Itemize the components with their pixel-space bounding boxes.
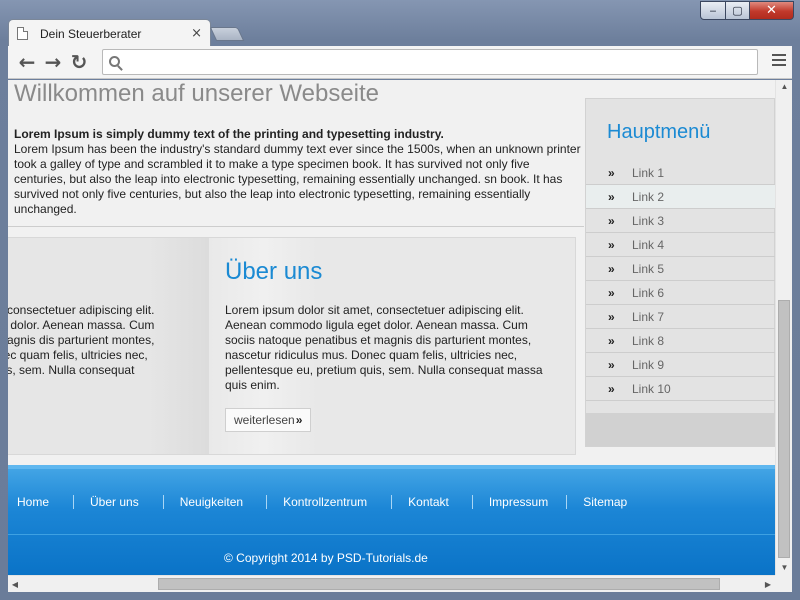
double-chevron-right-icon: » (608, 261, 615, 276)
double-chevron-right-icon: » (608, 357, 615, 372)
scroll-right-arrow-icon[interactable]: ▶ (761, 576, 775, 593)
sidebar-item-label: Link 4 (632, 237, 665, 252)
page-title: Willkommen auf unserer Webseite (14, 80, 380, 107)
copyright-text: © Copyright 2014 by PSD-Tutorials.de (224, 551, 428, 565)
about-text: Lorem ipsum dolor sit amet, consectetuer… (225, 303, 543, 392)
intro-text: Lorem Ipsum is simply dummy text of the … (14, 127, 584, 217)
search-icon (109, 55, 120, 67)
sidebar-item-label: Link 6 (632, 285, 665, 300)
footer-highlight (8, 465, 775, 469)
main-menu-title: Hauptmenü (607, 121, 711, 143)
footer-link-ueber-uns[interactable]: Über uns (73, 495, 163, 509)
double-chevron-right-icon: » (608, 189, 615, 204)
browser-tab[interactable]: Dein Steuerberater × (8, 19, 211, 47)
about-box: Über uns Lorem ipsum dolor sit amet, con… (209, 238, 575, 454)
sidebar-item-label: Link 7 (632, 309, 665, 324)
page-icon (17, 27, 28, 40)
footer-nav: Home Über uns Neuigkeiten Kontrollzentru… (8, 495, 643, 509)
footer-link-impressum[interactable]: Impressum (471, 495, 566, 509)
sidebar-item-link-2[interactable]: » Link 2 (586, 185, 775, 209)
page-viewport: Willkommen auf unserer Webseite Lorem Ip… (8, 80, 775, 575)
sidebar-item-link-9[interactable]: » Link 9 (586, 353, 775, 377)
browser-menu-icon[interactable] (772, 53, 786, 67)
sidebar-item-label: Link 8 (632, 333, 665, 348)
close-window-button[interactable]: ✕ (750, 1, 794, 20)
double-chevron-right-icon: » (608, 333, 615, 348)
sidebar-item-link-10[interactable]: » Link 10 (586, 377, 775, 401)
sidebar-item-link-3[interactable]: » Link 3 (586, 209, 775, 233)
footer-link-sitemap[interactable]: Sitemap (566, 495, 643, 509)
intro-paragraph: Lorem Ipsum has been the industry's stan… (14, 142, 581, 216)
about-title: Über uns (225, 258, 323, 285)
footer-divider (8, 534, 775, 535)
main-menu-sidebar: Hauptmenü » Link 1 » Link 2 » Link 3 » Link … (585, 98, 775, 447)
scrollbar-corner (775, 575, 792, 592)
scroll-down-arrow-icon[interactable]: ▼ (776, 561, 793, 575)
footer-link-kontakt[interactable]: Kontakt (391, 495, 472, 509)
browser-window: ‒ ▢ ✕ Dein Steuerberater × ← → ↻ Willkom… (0, 0, 800, 600)
sidebar-item-link-7[interactable]: » Link 7 (586, 305, 775, 329)
left-content-box: t, consectetuer adipiscing elit. et dolo… (8, 238, 209, 454)
main-menu-list: » Link 1 » Link 2 » Link 3 » Link 4 » Link 5 … (586, 161, 775, 401)
vertical-scroll-thumb[interactable] (778, 300, 790, 558)
sidebar-item-link-5[interactable]: » Link 5 (586, 257, 775, 281)
sidebar-item-label: Link 2 (632, 189, 665, 204)
back-button[interactable]: ← (14, 49, 40, 75)
divider (8, 226, 584, 227)
read-more-label: weiterlesen (234, 413, 295, 427)
sidebar-item-label: Link 10 (632, 381, 671, 396)
address-input[interactable] (126, 52, 757, 72)
sidebar-item-label: Link 1 (632, 165, 665, 180)
window-controls: ‒ ▢ ✕ (700, 1, 794, 20)
read-more-button[interactable]: weiterlesen » (225, 408, 312, 432)
new-tab-button[interactable] (209, 27, 245, 41)
footer-link-kontrollzentrum[interactable]: Kontrollzentrum (266, 495, 391, 509)
site-footer: Home Über uns Neuigkeiten Kontrollzentru… (8, 465, 775, 575)
sidebar-item-link-1[interactable]: » Link 1 (586, 161, 775, 185)
double-chevron-right-icon: » (608, 309, 615, 324)
tab-title: Dein Steuerberater (40, 26, 142, 41)
sidebar-footer (586, 413, 775, 446)
intro-heading: Lorem Ipsum is simply dummy text of the … (14, 127, 444, 141)
content-boxes: t, consectetuer adipiscing elit. et dolo… (8, 237, 576, 455)
double-chevron-right-icon: » (608, 213, 615, 228)
sidebar-item-label: Link 3 (632, 213, 665, 228)
vertical-scrollbar[interactable]: ▲ ▼ (775, 80, 792, 575)
sidebar-item-link-6[interactable]: » Link 6 (586, 281, 775, 305)
sidebar-item-label: Link 9 (632, 357, 665, 372)
double-chevron-right-icon: » (295, 413, 303, 427)
forward-button[interactable]: → (40, 49, 66, 75)
tab-close-icon[interactable]: × (191, 26, 202, 41)
horizontal-scrollbar[interactable]: ◀ ▶ (8, 575, 775, 592)
sidebar-item-link-4[interactable]: » Link 4 (586, 233, 775, 257)
horizontal-scroll-thumb[interactable] (158, 578, 720, 590)
footer-link-home[interactable]: Home (8, 495, 73, 509)
footer-link-neuigkeiten[interactable]: Neuigkeiten (162, 495, 266, 509)
reload-button[interactable]: ↻ (66, 49, 92, 75)
scroll-up-arrow-icon[interactable]: ▲ (776, 80, 793, 94)
sidebar-item-label: Link 5 (632, 261, 665, 276)
left-box-text: t, consectetuer adipiscing elit. et dolo… (8, 303, 155, 377)
double-chevron-right-icon: » (608, 285, 615, 300)
sidebar-item-link-8[interactable]: » Link 8 (586, 329, 775, 353)
double-chevron-right-icon: » (608, 165, 615, 180)
scroll-left-arrow-icon[interactable]: ◀ (8, 576, 22, 593)
minimize-button[interactable]: ‒ (700, 1, 726, 20)
browser-toolbar: ← → ↻ (8, 46, 792, 79)
maximize-button[interactable]: ▢ (726, 1, 750, 20)
double-chevron-right-icon: » (608, 237, 615, 252)
double-chevron-right-icon: » (608, 381, 615, 396)
address-bar[interactable] (102, 49, 758, 75)
